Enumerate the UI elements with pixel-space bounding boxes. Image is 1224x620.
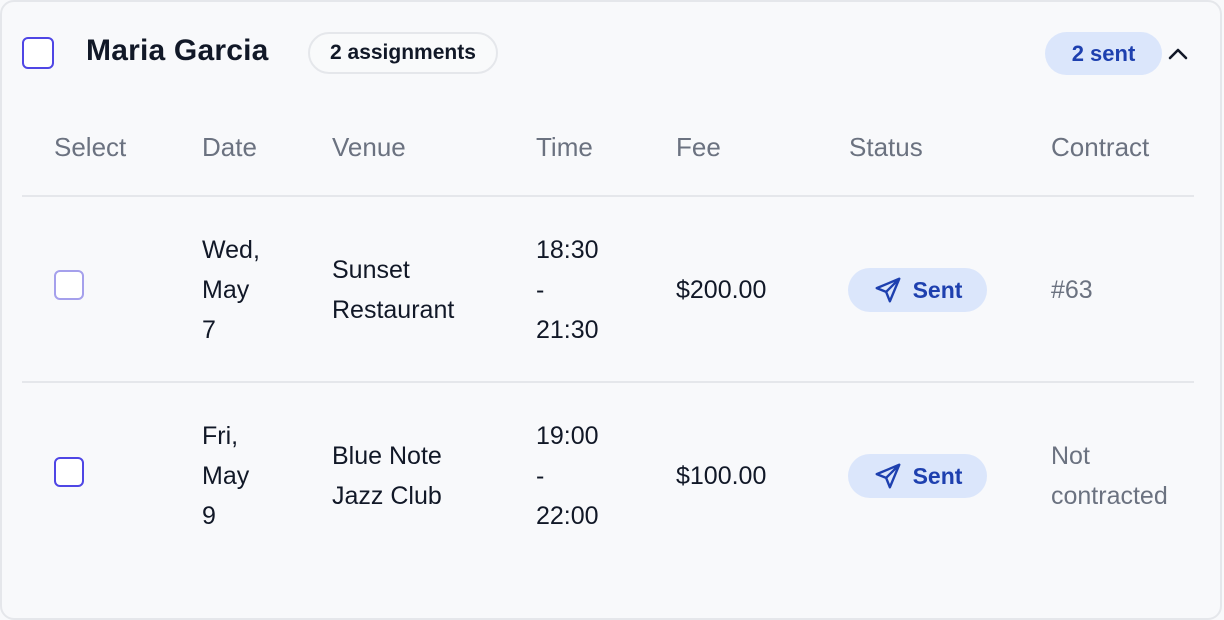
column-header-time[interactable]: Time [536, 132, 593, 163]
contract-cell: Not contracted [1051, 442, 1168, 510]
date-cell: Fri, May 9 [202, 422, 250, 530]
send-icon [875, 463, 901, 489]
fee-cell: $200.00 [676, 276, 767, 304]
time-cell: 18:30 - 21:30 [536, 236, 599, 344]
fee-cell: $100.00 [676, 462, 767, 490]
column-header-fee[interactable]: Fee [676, 132, 721, 163]
column-header-contract[interactable]: Contract [1051, 132, 1149, 163]
assignment-group-card: Maria Garcia 2 assignments 2 sent Select… [0, 0, 1222, 620]
performer-name: Maria Garcia [86, 34, 269, 67]
status-label: Sent [912, 276, 963, 303]
sent-count-badge: 2 sent [1045, 32, 1162, 75]
venue-cell: Blue Note Jazz Club [332, 442, 442, 510]
contract-cell[interactable]: #63 [1051, 270, 1093, 310]
status-badge: Sent [848, 268, 987, 312]
column-header-select: Select [54, 132, 127, 162]
send-icon [875, 277, 901, 303]
status-badge: Sent [848, 454, 987, 498]
chevron-up-icon[interactable] [1166, 43, 1190, 63]
assignments-count-badge: 2 assignments [308, 32, 498, 74]
venue-cell: Sunset Restaurant [332, 256, 455, 324]
select-all-checkbox[interactable] [22, 37, 54, 69]
header-divider [22, 195, 1194, 197]
row-select-checkbox[interactable] [54, 270, 84, 300]
row-select-checkbox[interactable] [54, 457, 84, 487]
column-header-venue[interactable]: Venue [332, 132, 406, 163]
status-label: Sent [912, 462, 963, 489]
time-cell: 19:00 - 22:00 [536, 422, 599, 530]
date-cell: Wed, May 7 [202, 236, 260, 344]
row-divider [22, 381, 1194, 383]
column-header-date[interactable]: Date [202, 132, 257, 163]
column-header-status[interactable]: Status [849, 132, 923, 163]
